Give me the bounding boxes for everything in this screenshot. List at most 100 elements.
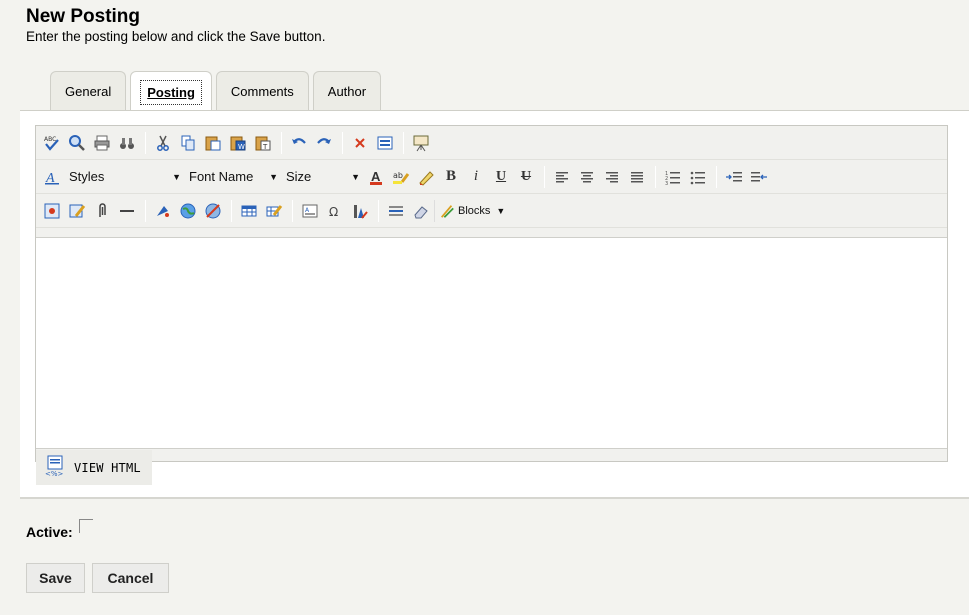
form-field-icon[interactable]: A: [298, 199, 322, 223]
print-icon[interactable]: [90, 131, 114, 155]
svg-text:W: W: [238, 143, 245, 151]
paperclip-icon[interactable]: [90, 199, 114, 223]
styles-dropdown[interactable]: Styles ▼: [65, 166, 185, 188]
svg-text:Ω: Ω: [329, 205, 338, 219]
find-icon[interactable]: [65, 131, 89, 155]
font-size-dropdown[interactable]: Size ▼: [282, 166, 364, 188]
view-html-label: VIEW HTML: [74, 460, 141, 475]
tab-label: General: [65, 84, 112, 99]
svg-text:ABC: ABC: [44, 136, 56, 143]
page-break-icon[interactable]: [384, 199, 408, 223]
table-edit-icon[interactable]: [262, 199, 286, 223]
tab-general[interactable]: General: [50, 71, 127, 111]
toolbar-separator: [145, 131, 146, 154]
delete-icon[interactable]: [348, 131, 372, 155]
outdent-icon[interactable]: [747, 165, 771, 189]
underline-icon[interactable]: U: [489, 165, 513, 189]
unlink-icon[interactable]: [201, 199, 225, 223]
font-name-dropdown[interactable]: Font Name ▼: [185, 166, 282, 188]
undo-icon[interactable]: [287, 131, 311, 155]
redo-icon[interactable]: [312, 131, 336, 155]
toolbar-separator: [544, 165, 545, 188]
chevron-down-icon: ▼: [269, 171, 278, 182]
font-color-icon[interactable]: A: [364, 165, 388, 189]
remove-format-icon[interactable]: [414, 165, 438, 189]
toolbar-row-3: A Ω Blocks ▼: [36, 194, 947, 228]
italic-icon[interactable]: i: [464, 165, 488, 189]
editor-content-area[interactable]: [36, 237, 947, 449]
active-field: Active:: [26, 519, 93, 540]
bold-icon[interactable]: B: [439, 165, 463, 189]
tab-label: Comments: [230, 84, 294, 99]
horizontal-rule-icon[interactable]: [115, 199, 139, 223]
view-html-button[interactable]: <%> VIEW HTML: [36, 450, 152, 485]
svg-text:T: T: [262, 143, 268, 151]
cancel-button[interactable]: Cancel: [92, 563, 169, 593]
toolbar-separator: [145, 199, 146, 222]
tab-bar: General Posting Comments Author: [50, 70, 385, 112]
flash-icon[interactable]: [348, 199, 372, 223]
align-center-icon[interactable]: [575, 165, 599, 189]
paste-text-icon[interactable]: T: [251, 131, 275, 155]
page-subtitle: Enter the posting below and click the Sa…: [26, 29, 326, 44]
active-label: Active:: [26, 524, 73, 540]
cut-icon[interactable]: [151, 131, 175, 155]
blocks-label: Blocks: [458, 204, 491, 217]
html-code-icon: <%>: [44, 455, 66, 481]
unordered-list-icon[interactable]: [686, 165, 710, 189]
indent-icon[interactable]: [722, 165, 746, 189]
toolbar-row-1: ABC W T: [36, 126, 947, 160]
svg-text:A: A: [371, 169, 381, 184]
toolbar-separator: [281, 131, 282, 154]
toolbar-row-2: A Styles ▼ Font Name ▼ Size ▼ A ab B i U U …: [36, 160, 947, 194]
chevron-down-icon: ▼: [172, 171, 181, 182]
align-right-icon[interactable]: [600, 165, 624, 189]
select-all-icon[interactable]: [373, 131, 397, 155]
blocks-dropdown[interactable]: Blocks ▼: [434, 199, 516, 222]
tab-comments[interactable]: Comments: [215, 71, 309, 111]
link-icon[interactable]: [151, 199, 175, 223]
preview-icon[interactable]: [409, 131, 433, 155]
toolbar-separator: [378, 199, 379, 222]
posting-panel: ABC W T A Styles ▼ Font Name ▼ Size ▼ A: [20, 110, 969, 499]
table-icon[interactable]: [237, 199, 261, 223]
svg-text:ab: ab: [393, 171, 403, 180]
chevron-down-icon: ▼: [496, 205, 506, 216]
toolbar-separator: [716, 165, 717, 188]
styles-label: Styles: [69, 169, 105, 184]
toolbar-separator: [292, 199, 293, 222]
toolbar-separator: [655, 165, 656, 188]
globe-icon[interactable]: [176, 199, 200, 223]
svg-text:<%>: <%>: [45, 470, 64, 477]
style-icon[interactable]: A: [40, 165, 64, 189]
blocks-icon: [440, 204, 454, 218]
align-left-icon[interactable]: [550, 165, 574, 189]
paste-from-word-icon[interactable]: W: [226, 131, 250, 155]
special-character-icon[interactable]: Ω: [323, 199, 347, 223]
image-edit-icon[interactable]: [65, 199, 89, 223]
toolbar-separator: [403, 131, 404, 154]
tab-label: Posting: [140, 79, 202, 105]
chevron-down-icon: ▼: [351, 171, 360, 182]
spellcheck-icon[interactable]: ABC: [40, 131, 64, 155]
tab-author[interactable]: Author: [312, 71, 382, 111]
tab-posting[interactable]: Posting: [130, 71, 212, 112]
copy-icon[interactable]: [176, 131, 200, 155]
paste-icon[interactable]: [201, 131, 225, 155]
ordered-list-icon[interactable]: 123: [661, 165, 685, 189]
tab-label: Author: [327, 84, 367, 99]
highlight-color-icon[interactable]: ab: [389, 165, 413, 189]
toolbar-separator: [231, 199, 232, 222]
binoculars-icon[interactable]: [115, 131, 139, 155]
eraser-icon[interactable]: [409, 199, 433, 223]
strikethrough-icon[interactable]: U: [514, 165, 538, 189]
size-label: Size: [286, 169, 312, 184]
align-justify-icon[interactable]: [625, 165, 649, 189]
svg-text:3: 3: [665, 181, 668, 186]
save-button[interactable]: Save: [26, 563, 85, 593]
active-checkbox[interactable]: [78, 519, 93, 533]
rich-text-editor: ABC W T A Styles ▼ Font Name ▼ Size ▼ A: [35, 125, 948, 485]
font-name-label: Font Name: [189, 169, 254, 184]
image-icon[interactable]: [40, 199, 64, 223]
toolbar-separator: [342, 131, 343, 154]
